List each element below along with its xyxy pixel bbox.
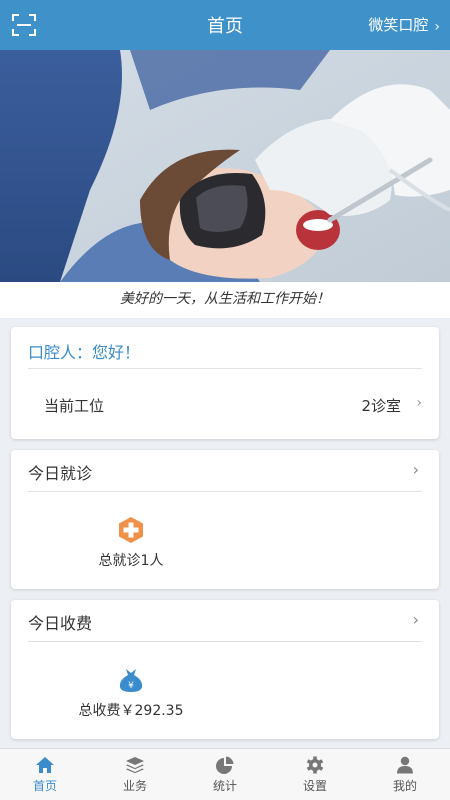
money-bag-icon: ¥	[119, 669, 143, 692]
chevron-right-icon: ›	[412, 610, 419, 629]
visits-title: 今日就诊	[28, 464, 93, 483]
today-visits-card: 今日就诊 › 总就诊1人	[11, 450, 439, 589]
visits-card-header[interactable]: 今日就诊 ›	[11, 450, 439, 492]
chevron-right-icon: ›	[434, 18, 440, 35]
clinic-name: 微笑口腔	[368, 16, 429, 34]
layers-icon	[126, 757, 144, 774]
station-label: 当前工位	[44, 397, 105, 415]
nav-item-home[interactable]: 首页	[0, 749, 90, 800]
nav-label: 设置	[302, 779, 327, 793]
current-station-row[interactable]: 当前工位 2诊室 ›	[11, 369, 439, 439]
top-bar: 首页 微笑口腔 ›	[0, 0, 450, 50]
divider	[28, 641, 422, 642]
bottom-nav: 首页 业务 统计 设置 我的	[0, 748, 450, 800]
nav-label: 统计	[212, 779, 237, 793]
nav-label: 业务	[122, 779, 147, 793]
gear-icon	[306, 756, 324, 774]
total-visits-stat[interactable]: 总就诊1人	[51, 516, 211, 570]
nav-item-stats[interactable]: 统计	[180, 749, 270, 800]
nav-item-mine[interactable]: 我的	[360, 749, 450, 800]
home-icon	[36, 757, 54, 773]
chevron-right-icon: ›	[416, 395, 422, 411]
nav-item-business[interactable]: 业务	[90, 749, 180, 800]
fees-title: 今日收费	[28, 614, 93, 633]
svg-text:¥: ¥	[128, 681, 134, 691]
today-fees-card: 今日收费 › ¥ 总收费￥292.35	[11, 600, 439, 739]
total-fees-text: 总收费￥292.35	[78, 703, 184, 719]
plus-cross-icon	[119, 517, 143, 543]
user-icon	[397, 756, 413, 774]
chevron-right-icon: ›	[412, 460, 419, 479]
nav-label: 我的	[392, 779, 417, 793]
total-fees-stat[interactable]: ¥ 总收费￥292.35	[51, 666, 211, 720]
divider	[28, 491, 422, 492]
slogan-text: 美好的一天，从生活和工作开始！	[0, 282, 450, 318]
station-value: 2诊室	[361, 397, 401, 415]
total-visits-text: 总就诊1人	[98, 553, 164, 569]
nav-item-settings[interactable]: 设置	[270, 749, 360, 800]
greeting-text: 口腔人：您好！	[28, 343, 141, 362]
fees-card-header[interactable]: 今日收费 ›	[11, 600, 439, 642]
pie-chart-icon	[216, 756, 234, 774]
dental-patient-image	[0, 50, 450, 282]
hero-banner[interactable]	[0, 50, 450, 282]
greeting-card: 口腔人：您好！ 当前工位 2诊室 ›	[11, 327, 439, 439]
nav-label: 首页	[32, 779, 57, 793]
clinic-selector[interactable]: 微笑口腔 ›	[368, 0, 440, 50]
